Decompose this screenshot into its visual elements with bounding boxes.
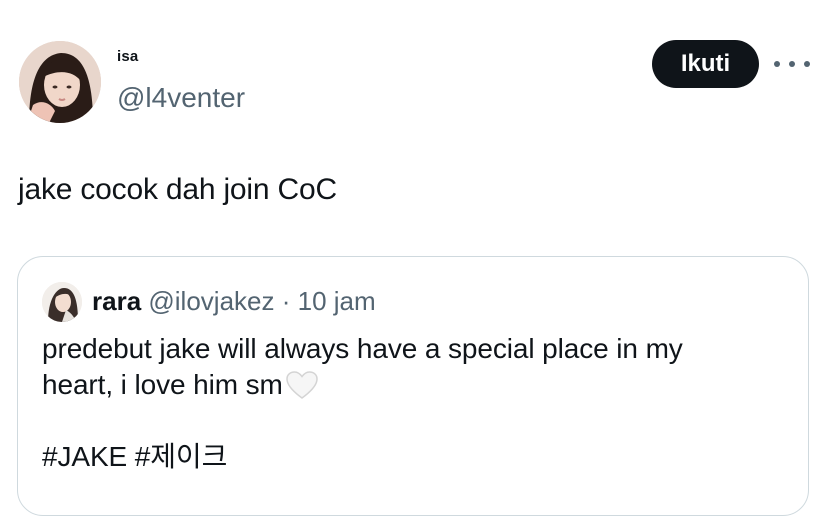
quoted-author-name[interactable]: rara — [92, 286, 141, 316]
quoted-tweet-header: rara @ilovjakez · 10 jam — [92, 286, 376, 317]
quoted-tweet-card[interactable]: rara @ilovjakez · 10 jam predebut jake w… — [17, 256, 809, 516]
avatar[interactable] — [19, 41, 101, 123]
author-handle[interactable]: @l4venter — [117, 82, 245, 114]
quoted-text-fragment: heart, i love him sm — [42, 369, 283, 400]
white-heart-icon — [285, 370, 319, 400]
follow-button[interactable]: Ikuti — [652, 40, 759, 88]
quoted-tweet-text: predebut jake will always have a special… — [42, 331, 782, 475]
author-display-name[interactable]: isa — [117, 48, 138, 65]
more-dot — [804, 61, 810, 67]
quoted-text-line-2: heart, i love him sm — [42, 367, 782, 403]
separator-dot: · — [281, 286, 291, 316]
more-dot — [774, 61, 780, 67]
tweet-text: jake cocok dah join CoC — [18, 173, 337, 206]
more-options-icon[interactable] — [774, 54, 810, 74]
quoted-user-avatar-photo-icon — [42, 282, 82, 322]
more-dot — [789, 61, 795, 67]
quoted-text-line: predebut jake will always have a special… — [42, 333, 683, 364]
quoted-timestamp[interactable]: 10 jam — [298, 286, 376, 316]
quoted-avatar[interactable] — [42, 282, 82, 322]
quoted-author-handle[interactable]: @ilovjakez — [148, 286, 274, 316]
user-avatar-photo-icon — [19, 41, 101, 123]
quoted-hashtags[interactable]: #JAKE #제이크 — [42, 439, 782, 475]
